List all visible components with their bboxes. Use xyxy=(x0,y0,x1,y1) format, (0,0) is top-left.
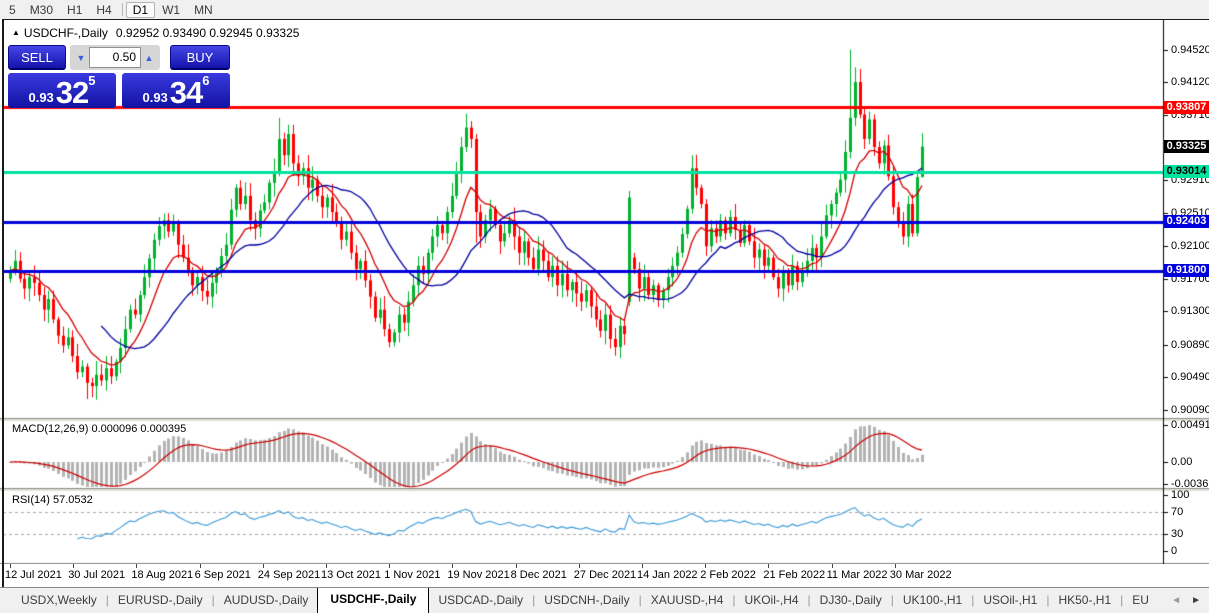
price-tick-label: 0.94520 xyxy=(1171,43,1209,56)
last-price-label: 0.93325 xyxy=(1164,140,1209,154)
symbol-tab-xauusd-h4[interactable]: XAUUSD-,H4 xyxy=(642,588,733,613)
date-label: 11 Mar 2022 xyxy=(826,569,888,581)
volume-input[interactable]: 0.50 xyxy=(89,47,141,68)
buy-price-prefix: 0.93 xyxy=(142,90,168,105)
symbol-tab-usdcnh-daily[interactable]: USDCNH-,Daily xyxy=(535,588,638,613)
sell-price-main: 32 xyxy=(55,75,89,110)
date-label: 2 Feb 2022 xyxy=(700,569,756,581)
symbol-tab-bar: USDX,Weekly | EURUSD-,Daily | AUDUSD-,Daily U… xyxy=(0,587,1209,613)
date-tick xyxy=(642,564,643,568)
date-label: 1 Nov 2021 xyxy=(384,569,441,581)
date-tick xyxy=(894,564,896,568)
date-label: 12 Jul 2021 xyxy=(5,569,62,581)
symbol-tab-usdcad-daily[interactable]: USDCAD-,Daily xyxy=(429,588,532,613)
buy-button[interactable]: BUY xyxy=(170,45,230,70)
symbol-tab-dj30-daily[interactable]: DJ30-,Daily xyxy=(811,588,891,613)
date-label: 13 Oct 2021 xyxy=(321,569,381,581)
date-label: 24 Sep 2021 xyxy=(257,569,321,581)
price-tick-label: 0.90490 xyxy=(1171,371,1209,384)
symbol-tab-uk100-h1[interactable]: UK100-,H1 xyxy=(894,588,971,613)
buy-price-main: 34 xyxy=(169,75,203,110)
one-click-trading-panel: SELL ▼ 0.50 ▲ BUY 0.93 32 5 0.93 34 6 xyxy=(8,45,230,108)
rsi-axis-label: 70 xyxy=(1171,505,1184,518)
symbol-marker-icon: ▲ xyxy=(12,28,20,37)
symbol-name: USDCHF-,Daily xyxy=(23,26,108,40)
buy-price-pip: 6 xyxy=(202,73,210,88)
timeframe-button-h4[interactable]: H4 xyxy=(89,2,118,18)
timeframe-button-h1[interactable]: H1 xyxy=(60,2,89,18)
timeframe-button-w1[interactable]: W1 xyxy=(155,2,187,18)
hline-price-label: 0.91800 xyxy=(1164,264,1209,278)
price-tick-label: 0.90090 xyxy=(1171,403,1209,416)
rsi-indicator-label: RSI(14) 57.0532 xyxy=(12,494,93,506)
ohlc-values: 0.92952 0.93490 0.92945 0.93325 xyxy=(115,26,300,40)
tab-scroll-left-icon[interactable]: ◄ xyxy=(1171,595,1181,606)
hline-price-label: 0.92403 xyxy=(1164,215,1209,229)
date-axis: 12 Jul 2021 30 Jul 2021 18 Aug 2021 6 Sep 2… xyxy=(0,564,1209,586)
timeframe-button-5[interactable]: 5 xyxy=(2,2,23,18)
date-tick xyxy=(705,564,707,568)
date-tick xyxy=(515,564,517,568)
timeframe-button-m30[interactable]: M30 xyxy=(23,2,60,18)
date-label: 14 Jan 2022 xyxy=(637,569,698,581)
date-label: 19 Nov 2021 xyxy=(447,569,510,581)
date-tick xyxy=(10,564,11,568)
price-tick-label: 0.91300 xyxy=(1171,305,1209,318)
buy-price-box[interactable]: 0.93 34 6 xyxy=(122,73,230,108)
timeframe-toolbar: 5 M30 H1 H4 D1 W1 MN xyxy=(0,0,1209,19)
date-label: 30 Jul 2021 xyxy=(68,569,126,581)
sell-price-box[interactable]: 0.93 32 5 xyxy=(8,73,116,108)
date-tick xyxy=(136,564,138,568)
date-tick xyxy=(199,564,201,568)
date-label: 21 Feb 2022 xyxy=(763,569,826,581)
symbol-tab-usdchf-daily[interactable]: USDCHF-,Daily xyxy=(317,588,430,613)
rsi-axis-label: 100 xyxy=(1171,489,1190,501)
symbol-tab-ukoil-h4[interactable]: UKOil-,H4 xyxy=(736,588,808,613)
macd-axis-label: 0.00 xyxy=(1171,456,1193,468)
date-label: 8 Dec 2021 xyxy=(510,569,567,581)
toolbar-divider xyxy=(121,3,123,16)
symbol-tab-usoil-h1[interactable]: USOil-,H1 xyxy=(974,588,1046,613)
timeframe-button-mn[interactable]: MN xyxy=(187,2,220,18)
hline-price-label: 0.93014 xyxy=(1164,165,1209,179)
date-label: 27 Dec 2021 xyxy=(573,569,637,581)
date-tick xyxy=(326,564,327,568)
price-tick-label: 0.90890 xyxy=(1171,338,1209,351)
price-tick-label: 0.94120 xyxy=(1171,76,1209,89)
tab-scroll-arrows: ◄ ► xyxy=(1163,588,1209,613)
sell-price-prefix: 0.93 xyxy=(28,90,54,105)
date-tick xyxy=(389,564,391,568)
chart-title: ▲ USDCHF-,Daily 0.92952 0.93490 0.92945 0.… xyxy=(12,26,299,40)
rsi-axis-label: 30 xyxy=(1171,528,1184,541)
volume-spinner: ▼ 0.50 ▲ xyxy=(70,45,160,70)
macd-indicator-label: MACD(12,26,9) 0.000096 0.000395 xyxy=(12,423,187,435)
date-label: 30 Mar 2022 xyxy=(889,569,952,581)
macd-axis-label: 0.004913 xyxy=(1171,419,1209,431)
hline-price-label: 0.93807 xyxy=(1164,100,1209,114)
symbol-tab-usdx-weekly[interactable]: USDX,Weekly xyxy=(12,588,106,613)
sell-button[interactable]: SELL xyxy=(8,45,66,70)
date-tick xyxy=(73,564,75,568)
rsi-axis-label: 0 xyxy=(1171,545,1178,557)
sell-price-pip: 5 xyxy=(88,73,96,88)
date-tick xyxy=(831,564,833,568)
date-tick xyxy=(768,564,770,568)
date-tick xyxy=(578,564,580,568)
symbol-tab-eu[interactable]: EU xyxy=(1123,588,1158,613)
symbol-tab-eurusd-daily[interactable]: EURUSD-,Daily xyxy=(109,588,212,613)
timeframe-button-d1[interactable]: D1 xyxy=(125,1,156,18)
tab-scroll-right-icon[interactable]: ► xyxy=(1191,595,1201,606)
date-tick xyxy=(262,564,264,568)
symbol-tab-hk50-h1[interactable]: HK50-,H1 xyxy=(1049,588,1120,613)
price-tick-label: 0.92100 xyxy=(1171,240,1209,253)
date-label: 6 Sep 2021 xyxy=(194,569,251,581)
volume-increase-icon[interactable]: ▲ xyxy=(141,48,157,67)
date-tick xyxy=(452,564,454,568)
symbol-tab-audusd-daily[interactable]: AUDUSD-,Daily xyxy=(215,588,318,613)
date-label: 18 Aug 2021 xyxy=(131,569,194,581)
volume-decrease-icon[interactable]: ▼ xyxy=(73,48,89,67)
